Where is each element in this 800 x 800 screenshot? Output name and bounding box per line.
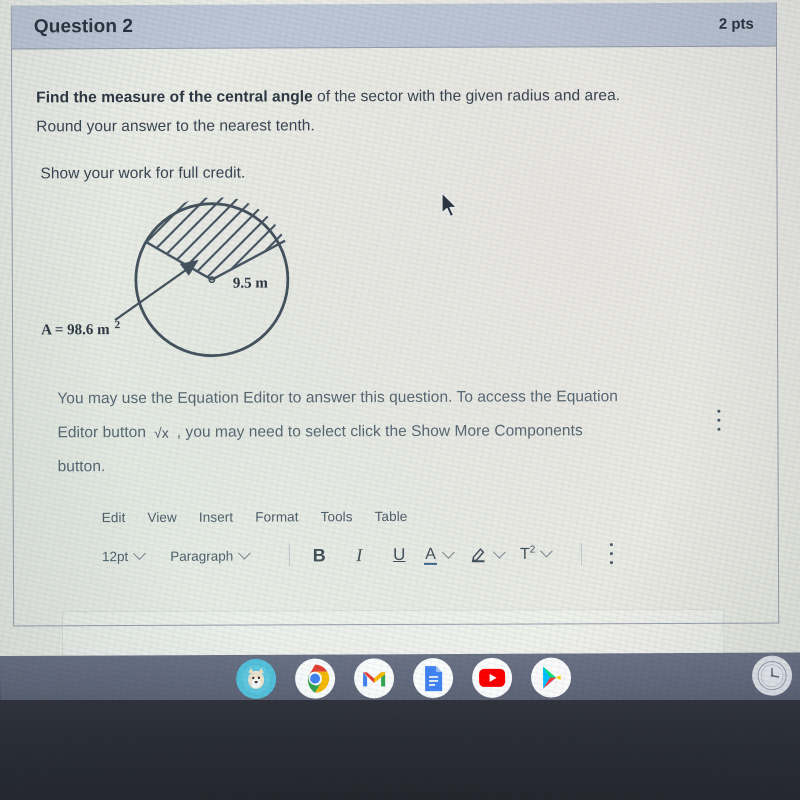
toolbar-divider <box>581 543 583 566</box>
mouse-cursor <box>440 192 460 225</box>
shelf-app-list <box>236 657 572 699</box>
kebab-dot <box>609 561 613 565</box>
block-format-select[interactable]: Paragraph <box>170 546 252 564</box>
chrome-icon[interactable] <box>295 658 336 699</box>
text-color-icon: A <box>424 545 437 565</box>
kebab-dot <box>716 418 720 422</box>
toolbar-overflow-icon[interactable] <box>604 543 618 565</box>
kebab-dot <box>609 543 613 547</box>
kebab-dot <box>609 552 613 556</box>
menu-item-edit[interactable]: Edit <box>102 510 126 525</box>
page-title: Question 2 <box>33 15 134 37</box>
question-prompt-emphasis: Find the measure of the central angle <box>36 88 313 107</box>
chevron-down-icon <box>493 545 506 559</box>
google-play-icon[interactable] <box>531 657 572 698</box>
menu-item-insert[interactable]: Insert <box>199 510 233 525</box>
youtube-icon[interactable] <box>472 657 513 698</box>
figure-area-label: A = 98.6 m2 <box>41 319 121 338</box>
google-docs-icon[interactable] <box>413 658 454 699</box>
question-prompt-line-2: Round your answer to the nearest tenth. <box>36 117 315 136</box>
clock-icon <box>757 661 787 691</box>
question-points-badge: 2 pts <box>718 15 754 33</box>
chevron-down-icon <box>238 546 252 560</box>
chromeos-shelf <box>0 652 800 704</box>
area-leader-line <box>114 262 196 321</box>
chevron-down-icon <box>540 545 554 558</box>
rich-content-editor: Edit View Insert Format Tools Table 12pt <box>38 508 750 568</box>
underline-button[interactable]: U <box>384 545 414 565</box>
question-prompt-line-1: Find the measure of the central angle of… <box>36 81 748 113</box>
equation-editor-instructions: You may use the Equation Editor to answe… <box>37 380 720 485</box>
question-prompt-rest: of the sector with the given radius and … <box>312 87 621 106</box>
menu-item-format[interactable]: Format <box>255 509 298 524</box>
instructions-line-2-after: , you may need to select click the Show … <box>176 422 583 441</box>
bold-button[interactable]: B <box>304 545 334 566</box>
shelf-status-area[interactable] <box>752 655 793 696</box>
gmail-icon[interactable] <box>354 658 395 699</box>
launcher-shiba-icon[interactable] <box>236 658 277 699</box>
rce-formatting-toolbar: 12pt Paragraph B I U A T2 <box>102 543 750 567</box>
menu-item-tools[interactable]: Tools <box>321 509 353 524</box>
italic-button[interactable]: I <box>344 545 374 566</box>
superscript-control[interactable]: T2 <box>519 544 554 564</box>
superscript-icon: T2 <box>519 544 536 564</box>
font-size-select[interactable]: 12pt <box>101 546 147 564</box>
question-header: Question 2 2 pts <box>11 2 776 50</box>
figure-radius-label: 9.5 m <box>233 275 269 291</box>
sector-hatching <box>145 197 286 280</box>
browser-page-surface: Question 2 2 pts Find the measure of the… <box>0 0 800 660</box>
kebab-dot <box>716 409 720 413</box>
question-card: Question 2 2 pts Find the measure of the… <box>10 2 780 627</box>
equation-editor-icon[interactable]: √x <box>146 416 177 450</box>
laptop-bezel <box>0 700 800 800</box>
instructions-line-2-before: Editor button <box>57 423 147 442</box>
chevron-down-icon <box>133 546 147 560</box>
highlighter-pen-icon <box>469 544 488 566</box>
question-body: Find the measure of the central angle of… <box>12 47 778 568</box>
question-prompt-line-3: Show your work for full credit. <box>40 164 246 183</box>
instructions-line-1: You may use the Equation Editor to answe… <box>57 388 618 408</box>
highlight-color-control[interactable] <box>469 544 506 566</box>
block-format-value: Paragraph <box>170 548 234 564</box>
chevron-down-icon <box>442 545 455 559</box>
kebab-dot <box>716 427 720 431</box>
menu-item-table[interactable]: Table <box>375 509 408 524</box>
chromebook-screen-photo: Question 2 2 pts Find the measure of the… <box>0 0 800 800</box>
font-size-value: 12pt <box>101 548 129 564</box>
toolbar-divider <box>289 544 291 567</box>
instructions-line-3: button. <box>57 458 106 476</box>
text-color-control[interactable]: A <box>424 545 455 565</box>
menu-item-view[interactable]: View <box>147 510 176 525</box>
circle-sector-figure: A = 98.6 m2 9.5 m <box>37 196 750 377</box>
rce-menubar: Edit View Insert Format Tools Table <box>102 508 750 525</box>
instructions-line-2: Editor button √x, you may need to select … <box>57 414 717 451</box>
show-more-components-icon[interactable] <box>711 409 725 436</box>
